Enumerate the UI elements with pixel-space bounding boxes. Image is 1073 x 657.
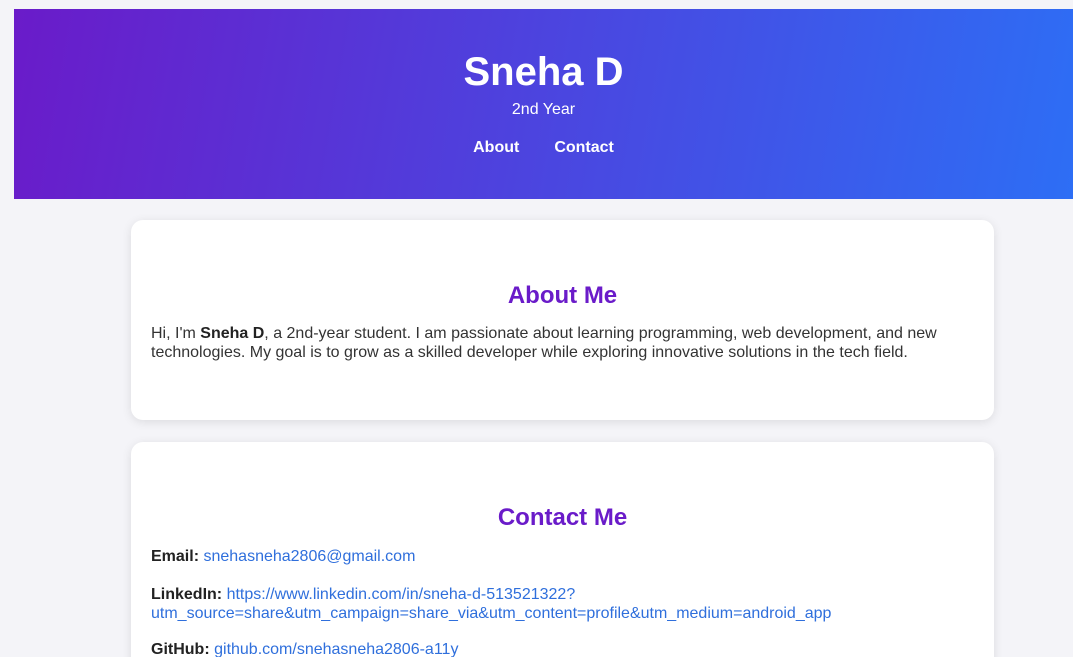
about-heading: About Me	[507, 282, 618, 309]
site-title: Sneha D	[463, 50, 624, 94]
nav-link-contact[interactable]: Contact	[554, 138, 614, 158]
hero-header: Sneha D 2nd Year About Contact	[14, 9, 1073, 199]
about-paragraph: Hi, I'm Sneha D, a 2nd-year student. I a…	[151, 324, 974, 362]
about-card: About Me Hi, I'm Sneha D, a 2nd-year stu…	[131, 220, 994, 420]
about-body: , a 2nd-year student. I am passionate ab…	[151, 325, 937, 361]
nav-link-about[interactable]: About	[473, 138, 519, 158]
contact-heading: Contact Me	[497, 504, 628, 531]
linkedin-link[interactable]: https://www.linkedin.com/in/sneha-d-5135…	[151, 586, 831, 622]
portfolio-page: Sneha D 2nd Year About Contact About Me …	[0, 0, 1073, 657]
email-label: Email:	[151, 548, 200, 565]
email-link[interactable]: snehasneha2806@gmail.com	[203, 548, 415, 565]
main-nav: About Contact	[14, 138, 1073, 158]
about-name: Sneha D	[200, 325, 265, 342]
contact-linkedin-row: LinkedIn: https://www.linkedin.com/in/sn…	[151, 585, 974, 623]
site-subtitle: 2nd Year	[511, 101, 576, 118]
github-link[interactable]: github.com/snehasneha2806-a11y	[214, 641, 458, 657]
about-intro: Hi, I'm	[151, 325, 201, 342]
contact-card: Contact Me Email: snehasneha2806@gmail.c…	[131, 442, 994, 657]
linkedin-label: LinkedIn:	[151, 586, 223, 603]
github-label: GitHub:	[151, 641, 210, 657]
contact-email-row: Email: snehasneha2806@gmail.com	[151, 547, 974, 566]
contact-github-row: GitHub: github.com/snehasneha2806-a11y	[151, 640, 974, 657]
